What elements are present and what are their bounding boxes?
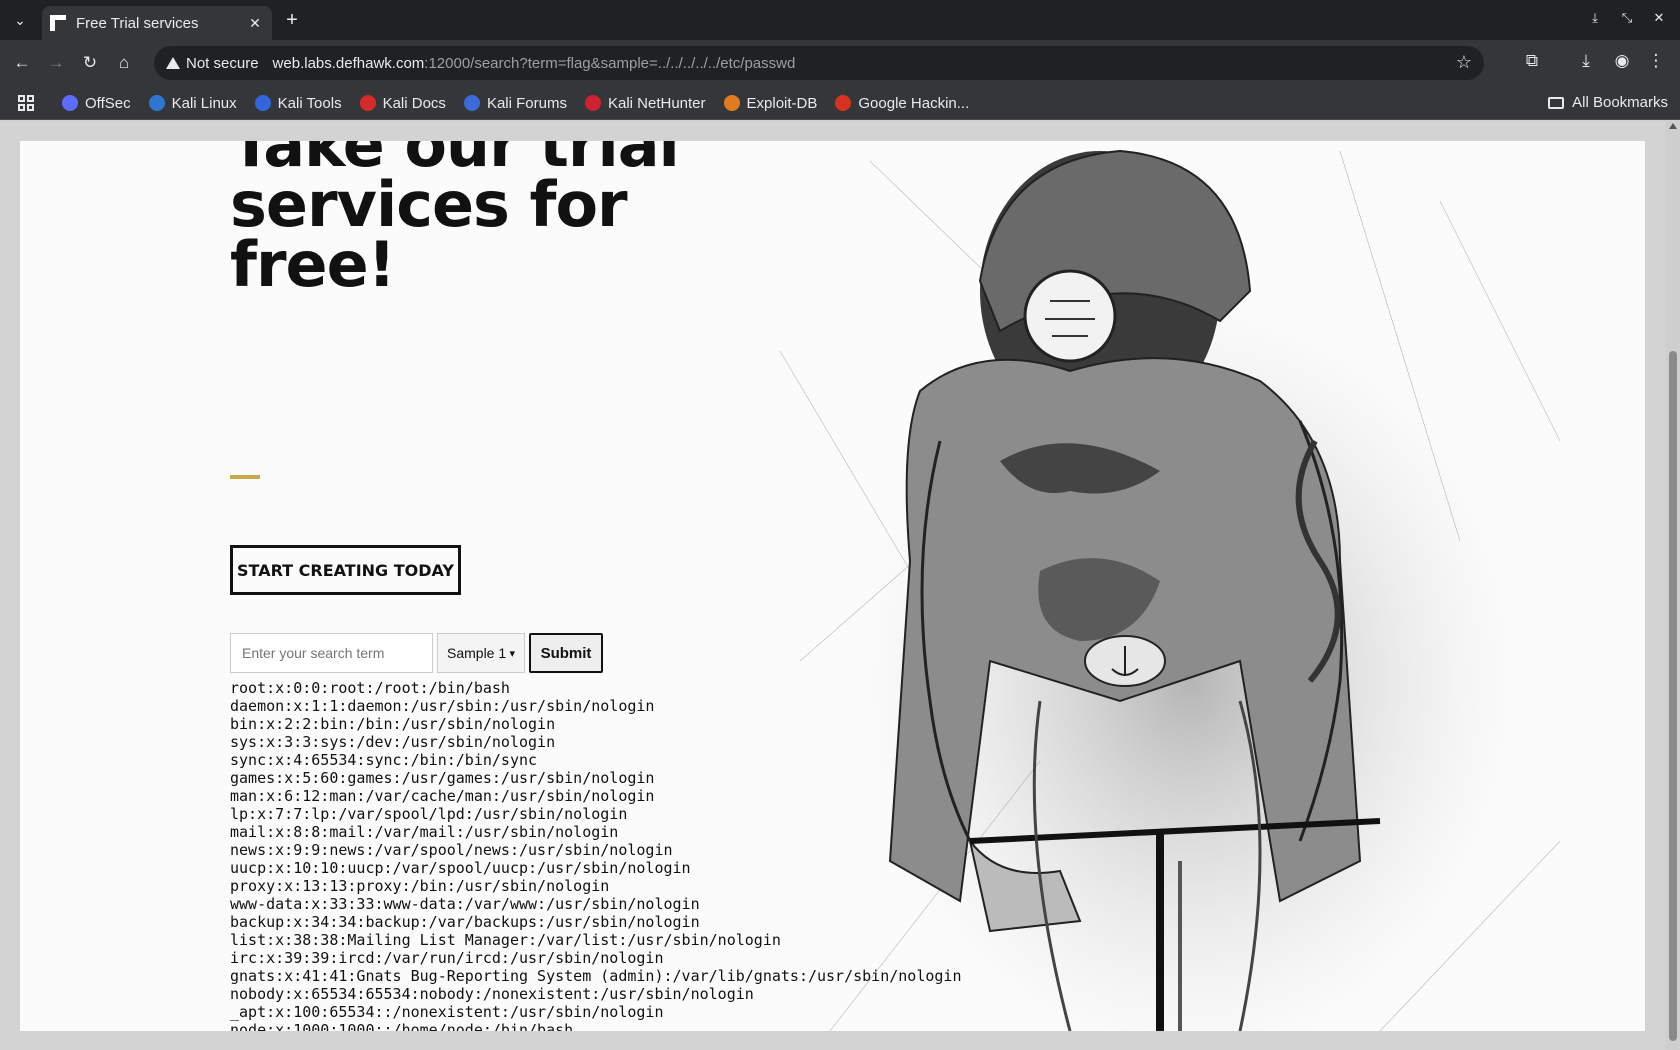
all-bookmarks-button[interactable]: All Bookmarks <box>1548 94 1668 111</box>
bookmark-item[interactable]: Kali Docs <box>359 94 446 112</box>
folder-icon <box>1548 96 1565 109</box>
bookmark-favicon-icon <box>835 95 852 111</box>
bookmark-item[interactable]: Kali NetHunter <box>584 94 706 112</box>
new-tab-button[interactable]: + <box>280 8 304 32</box>
restore-icon[interactable]: ⤡ <box>1618 10 1636 26</box>
url-host: web.labs.defhawk.com <box>272 54 425 72</box>
bookmark-label: Kali NetHunter <box>607 94 706 112</box>
bookmark-label: Exploit-DB <box>746 94 818 112</box>
home-button[interactable]: ⌂ <box>112 51 136 75</box>
menu-kebab-icon[interactable]: ⋮ <box>1644 51 1668 71</box>
active-tab[interactable]: Free Trial services ✕ <box>42 6 272 40</box>
extensions-icon[interactable]: ⧉ <box>1520 51 1544 71</box>
bookmark-list: OffSec Kali Linux Kali Tools Kali Docs Kali … <box>62 86 969 120</box>
tattooed-cyclist-illustration <box>779 149 1561 1031</box>
profile-icon[interactable]: ◉ <box>1610 51 1634 71</box>
hero-title: Take our trial services for free! <box>230 141 680 301</box>
bookmark-favicon-icon <box>254 95 271 111</box>
warning-icon <box>166 57 180 69</box>
submit-button[interactable]: Submit <box>529 633 603 673</box>
bookmark-favicon-icon <box>584 95 601 111</box>
bookmark-favicon-icon <box>723 95 740 111</box>
start-creating-button[interactable]: START CREATING TODAY <box>230 545 461 595</box>
bookmark-item[interactable]: Kali Forums <box>463 94 567 112</box>
back-button[interactable]: ← <box>10 51 34 75</box>
window-controls: ⤓ ⤡ ✕ <box>1586 10 1668 26</box>
sample-select[interactable]: Sample 1 ▾ <box>437 633 525 673</box>
minimize-icon[interactable]: ⤓ <box>1586 10 1604 26</box>
all-bookmarks-label: All Bookmarks <box>1572 94 1668 111</box>
apps-grid-icon[interactable] <box>18 95 34 111</box>
close-window-icon[interactable]: ✕ <box>1650 10 1668 26</box>
bookmark-favicon-icon <box>62 95 78 111</box>
bookmark-item[interactable]: Exploit-DB <box>723 94 818 112</box>
bookmark-favicon-icon <box>359 95 376 111</box>
browser-titlebar: ⌄ Free Trial services ✕ + ⤓ ⤡ ✕ <box>0 0 1680 40</box>
bookmark-favicon-icon <box>148 95 165 111</box>
browser-toolbar: ← → ↻ ⌂ Not secure web.labs.defhawk.com … <box>0 40 1680 86</box>
bookmark-label: Kali Docs <box>382 94 446 112</box>
accent-bar <box>230 475 260 479</box>
bookmark-star-icon[interactable]: ☆ <box>1456 52 1472 73</box>
bookmark-label: Google Hackin... <box>858 94 970 112</box>
site-info-button[interactable]: Not secure <box>166 55 273 72</box>
bookmark-item[interactable]: Kali Tools <box>254 94 342 112</box>
tab-title: Free Trial services <box>76 14 199 32</box>
url-path: :12000/search?term=flag&sample=../../../… <box>424 54 796 72</box>
search-input[interactable] <box>230 633 433 673</box>
page-scrollbar[interactable] <box>1666 121 1680 1050</box>
page-content: Take our trial services for free! START … <box>20 141 1645 1031</box>
tab-favicon-icon <box>50 15 66 31</box>
scrollbar-thumb[interactable] <box>1669 351 1677 1041</box>
scroll-up-arrow-icon[interactable] <box>1669 123 1677 129</box>
reload-button[interactable]: ↻ <box>78 51 102 75</box>
bookmark-label: Kali Linux <box>171 94 237 112</box>
bookmark-item[interactable]: Google Hackin... <box>835 95 969 112</box>
downloads-icon[interactable]: ⤓ <box>1574 51 1598 71</box>
chevron-down-icon: ▾ <box>509 647 515 660</box>
page-viewport: Take our trial services for free! START … <box>0 121 1680 1050</box>
not-secure-label: Not secure <box>186 54 259 72</box>
bookmarks-bar: OffSec Kali Linux Kali Tools Kali Docs Kali … <box>0 86 1680 120</box>
search-form: Sample 1 ▾ Submit <box>230 633 603 673</box>
sample-select-value: Sample 1 <box>447 645 507 661</box>
close-tab-icon[interactable]: ✕ <box>246 15 264 32</box>
bookmark-favicon-icon <box>463 95 480 111</box>
bookmark-label: Kali Forums <box>486 94 567 112</box>
forward-button[interactable]: → <box>44 51 68 75</box>
bookmark-label: Kali Tools <box>277 94 342 112</box>
bookmark-item[interactable]: OffSec <box>62 95 131 112</box>
bookmark-label: OffSec <box>85 94 131 112</box>
address-bar[interactable]: Not secure web.labs.defhawk.com :12000/s… <box>154 46 1484 80</box>
bookmark-item[interactable]: Kali Linux <box>148 94 237 112</box>
tab-search-chevron-icon[interactable]: ⌄ <box>8 8 32 32</box>
